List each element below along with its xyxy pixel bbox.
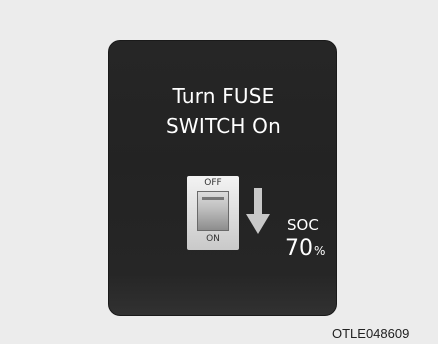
message-line-1: Turn FUSE (172, 84, 275, 108)
switch-on-label: ON (206, 234, 220, 244)
cluster-display: Turn FUSE SWITCH On OFF ON SOC 70% (108, 40, 337, 316)
soc-value: 70 (285, 236, 313, 261)
down-arrow-icon (246, 188, 270, 234)
soc-value-group: 70% (285, 236, 325, 261)
switch-off-label: OFF (204, 178, 222, 188)
fuse-switch-icon: OFF ON (187, 176, 239, 250)
switch-rocker (197, 191, 229, 231)
image-code: OTLE048609 (332, 326, 410, 341)
soc-unit: % (314, 244, 326, 258)
message-line-2: SWITCH On (166, 114, 281, 138)
soc-label: SOC (287, 216, 319, 234)
